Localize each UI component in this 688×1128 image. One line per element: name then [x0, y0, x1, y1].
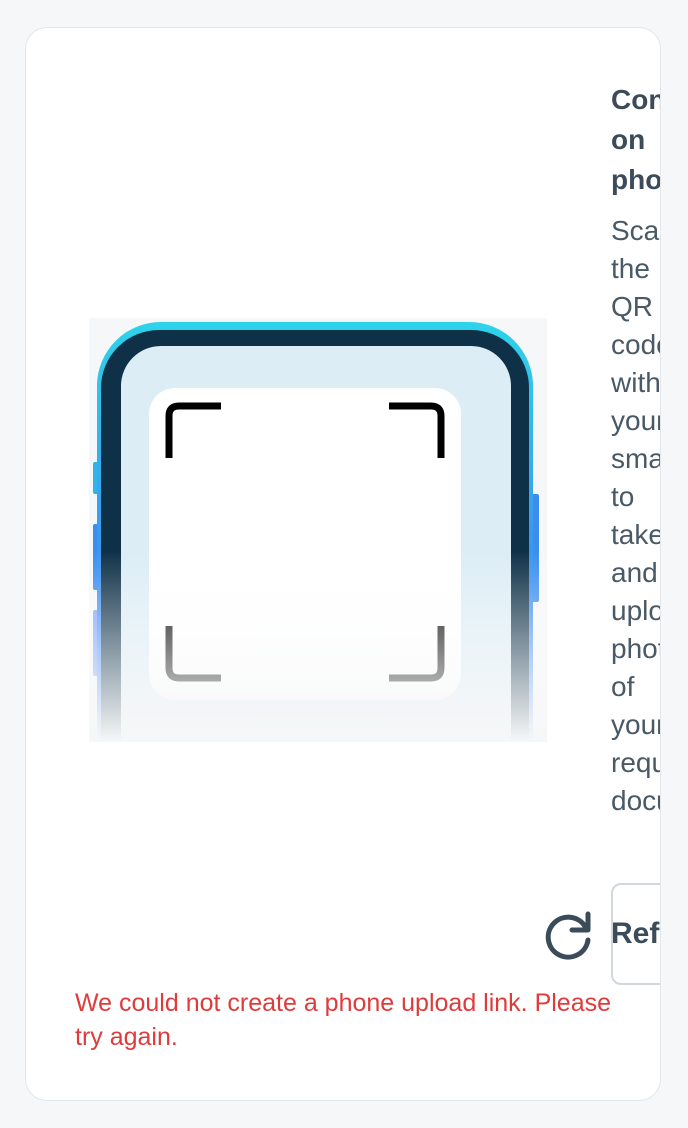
refresh-icon[interactable] — [540, 906, 596, 962]
error-message: We could not create a phone upload link.… — [75, 989, 612, 1051]
refresh-button[interactable]: Refresh — [611, 883, 660, 985]
instructions-column: Continue on phone Scan the QR code with … — [611, 80, 661, 820]
refresh-button-label: Refresh — [611, 917, 660, 950]
phone-upload-card: Continue on phone Scan the QR code with … — [25, 27, 661, 1101]
panel-description: Scan the QR code with your smartphone to… — [611, 215, 661, 816]
panel-title: Continue on phone — [611, 84, 661, 195]
phone-scan-icon — [89, 318, 547, 742]
